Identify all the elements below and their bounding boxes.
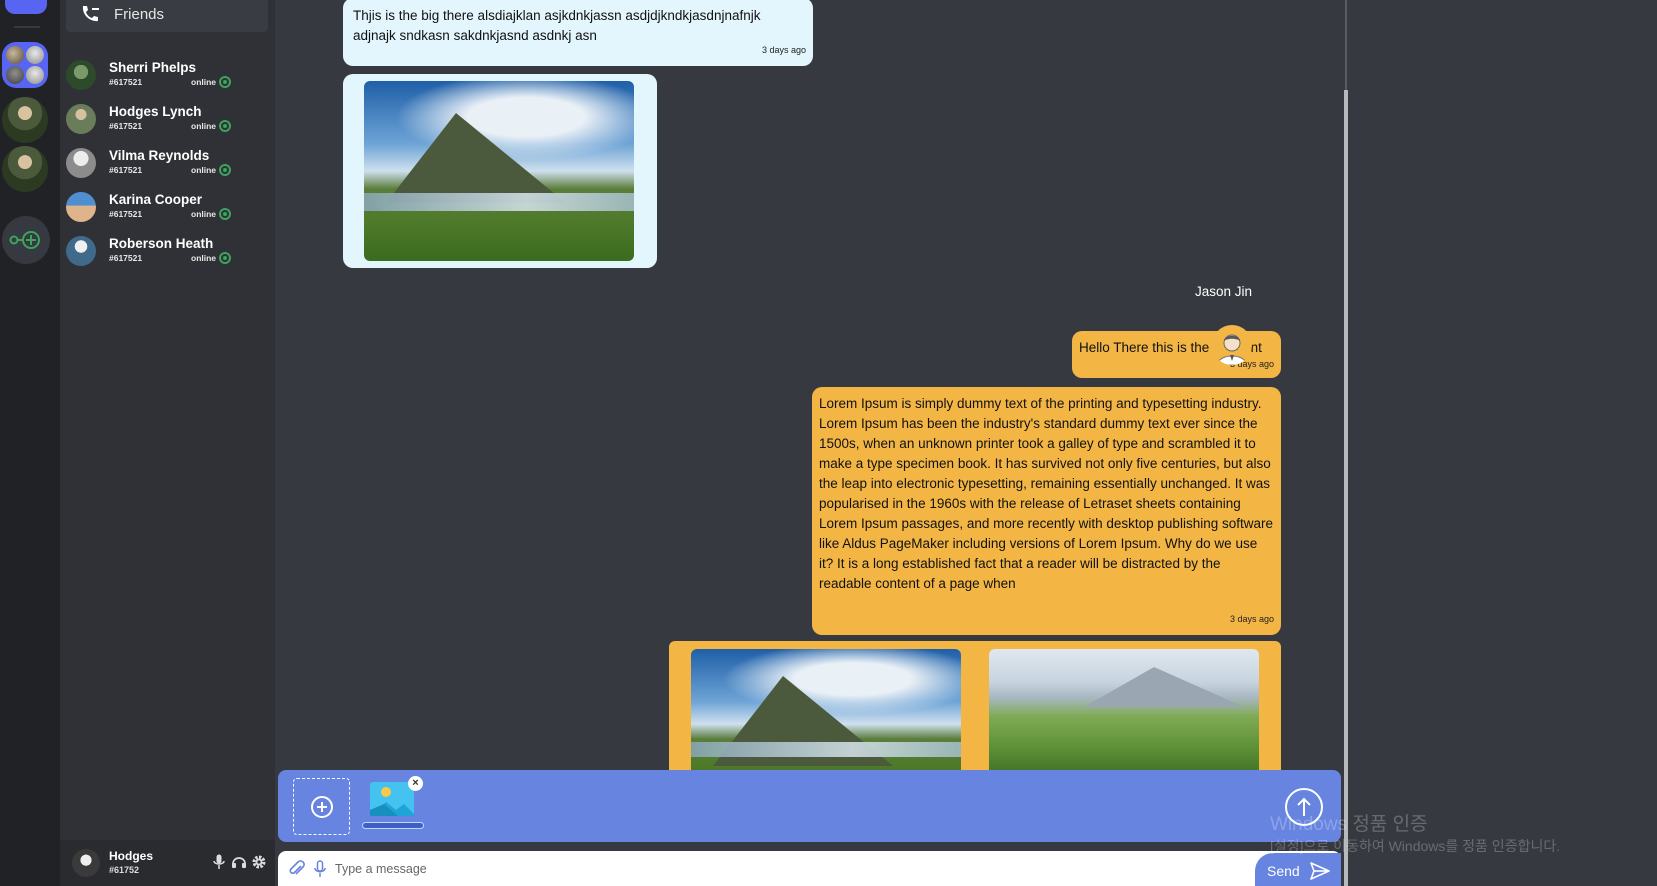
dm-name: Karina Cooper <box>109 192 203 207</box>
gear-icon <box>252 855 266 869</box>
paperclip-icon[interactable] <box>288 860 306 878</box>
microphone-icon[interactable] <box>314 860 326 878</box>
dm-status: online <box>191 165 217 175</box>
avatar <box>66 104 96 134</box>
user-tag: #61752 <box>109 865 140 875</box>
online-status-icon <box>219 252 231 264</box>
server-icon[interactable] <box>2 146 48 192</box>
upload-progress-bar <box>362 822 424 829</box>
message-time: 3 days ago <box>1229 614 1274 624</box>
rail-divider <box>14 26 40 28</box>
avatar <box>66 60 96 90</box>
friends-phone-icon <box>82 6 99 22</box>
chat-area: Thjis is the big there alsdiajklan asjkd… <box>275 0 1348 886</box>
server-member-avatar <box>6 66 24 84</box>
settings-button[interactable] <box>250 853 268 871</box>
online-status-icon <box>219 208 231 220</box>
avatar <box>66 192 96 222</box>
scrollbar-thumb[interactable] <box>1344 90 1348 886</box>
plus-circle-icon <box>310 795 333 818</box>
microphone-button[interactable] <box>210 853 228 871</box>
windows-activation-subtitle: [설정]으로 이동하여 Windows를 정품 인증합니다. <box>1270 838 1561 854</box>
send-icon <box>1309 862 1330 880</box>
server-member-avatar <box>26 46 44 64</box>
dm-status: online <box>191 253 217 263</box>
send-label: Send <box>1267 863 1300 879</box>
dm-item[interactable]: Vilma Reynolds #617521 online <box>64 144 234 184</box>
headphones-button[interactable] <box>230 853 248 871</box>
message-text: Thjis is the big there alsdiajklan asjkd… <box>353 8 761 43</box>
received-image-message <box>343 74 657 268</box>
avatar <box>66 236 96 266</box>
sender-avatar[interactable] <box>1212 325 1252 365</box>
friends-label: Friends <box>114 5 165 23</box>
dm-item[interactable]: Sherri Phelps #617521 online <box>64 56 234 96</box>
online-status-icon <box>219 120 231 132</box>
message-composer: Send <box>278 851 1341 886</box>
message-text: Lorem Ipsum is simply dummy text of the … <box>819 396 1273 591</box>
add-server-icon <box>9 231 40 249</box>
dm-item[interactable]: Hodges Lynch #617521 online <box>64 100 234 140</box>
add-attachment-button[interactable] <box>293 778 350 835</box>
user-avatar-icon <box>1216 334 1248 365</box>
avatar <box>66 148 96 178</box>
home-button[interactable] <box>5 0 47 14</box>
server-icon-group[interactable] <box>2 42 48 88</box>
attachment-tray: × <box>278 770 1341 842</box>
send-button[interactable]: Send <box>1255 853 1341 886</box>
dm-item[interactable]: Karina Cooper #617521 online <box>64 188 234 228</box>
mountain-lake-image[interactable] <box>364 81 634 261</box>
server-rail <box>0 0 60 886</box>
dm-status: online <box>191 121 217 131</box>
friends-nav-item[interactable]: Friends <box>66 0 268 32</box>
message-time: 3 days ago <box>761 45 806 55</box>
dm-status: online <box>191 77 217 87</box>
server-member-avatar <box>6 46 24 64</box>
online-status-icon <box>219 76 231 88</box>
dm-tag: #617521 <box>109 253 143 263</box>
server-icon[interactable] <box>2 97 48 143</box>
remove-attachment-button[interactable]: × <box>408 776 423 791</box>
dm-status: online <box>191 209 217 219</box>
user-panel: Hodges #61752 <box>60 840 275 886</box>
user-avatar[interactable] <box>72 849 100 877</box>
server-member-avatar <box>26 66 44 84</box>
dm-name: Roberson Heath <box>109 236 214 251</box>
add-server-button[interactable] <box>2 216 50 264</box>
received-message: Thjis is the big there alsdiajklan asjkd… <box>343 0 813 66</box>
dm-tag: #617521 <box>109 77 143 87</box>
windows-activation-title: Windows 정품 인증 <box>1270 814 1428 835</box>
dm-tag: #617521 <box>109 165 143 175</box>
sent-images-message <box>669 641 1281 799</box>
sender-name: Jason Jin <box>1194 284 1252 299</box>
dm-sidebar: Friends Sherri Phelps #617521 online Hod… <box>60 0 275 886</box>
online-status-icon <box>219 164 231 176</box>
dm-item[interactable]: Roberson Heath #617521 online <box>64 232 234 272</box>
dm-name: Sherri Phelps <box>109 60 197 75</box>
headphones-icon <box>232 857 246 868</box>
user-name: Hodges <box>109 849 154 863</box>
microphone-icon <box>213 854 225 869</box>
dm-tag: #617521 <box>109 121 143 131</box>
dm-tag: #617521 <box>109 209 143 219</box>
message-input[interactable] <box>335 851 1195 886</box>
sent-message-long: Lorem Ipsum is simply dummy text of the … <box>812 387 1281 635</box>
dm-name: Hodges Lynch <box>109 104 202 119</box>
dm-name: Vilma Reynolds <box>109 148 210 163</box>
